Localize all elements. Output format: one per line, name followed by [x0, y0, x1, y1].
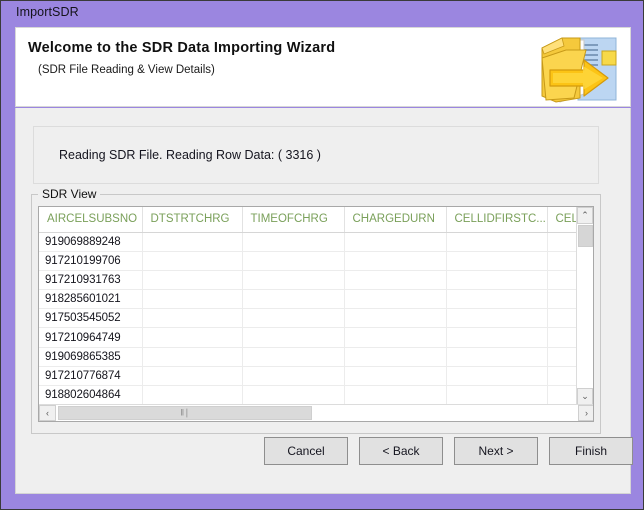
table-cell[interactable] — [547, 366, 577, 387]
grid-vertical-scrollbar[interactable]: ⌃ ⌄ — [576, 207, 593, 405]
scroll-down-arrow-icon[interactable]: ⌄ — [577, 388, 593, 405]
sdr-grid-body: 919069889248 917210199706 917210931763 9182… — [39, 232, 577, 405]
table-cell[interactable] — [242, 270, 345, 291]
status-message: Reading SDR File. Reading Row Data: ( 33… — [59, 148, 321, 162]
table-cell[interactable] — [547, 327, 577, 348]
table-cell[interactable] — [142, 289, 243, 310]
col-header-aircelsubsno[interactable]: AIRCELSUBSNO — [39, 207, 143, 233]
wizard-header-title: Welcome to the SDR Data Importing Wizard — [28, 40, 336, 56]
table-cell[interactable] — [547, 289, 577, 310]
wizard-content-panel: Reading SDR File. Reading Row Data: ( 33… — [15, 108, 633, 494]
cell-aircelsubsno[interactable]: 917210931763 — [39, 270, 143, 291]
window-title: ImportSDR — [16, 5, 79, 19]
back-button[interactable]: < Back — [359, 437, 443, 465]
window-titlebar: ImportSDR — [1, 1, 643, 26]
cell-aircelsubsno[interactable]: 918285601021 — [39, 289, 143, 310]
col-header-cellidfirstc[interactable]: CELLIDFIRSTC... — [446, 207, 548, 233]
table-row[interactable]: 917210931763 — [39, 270, 577, 291]
wizard-header-panel: Welcome to the SDR Data Importing Wizard… — [15, 27, 631, 107]
table-cell[interactable] — [242, 327, 345, 348]
cell-aircelsubsno[interactable]: 917210199706 — [39, 251, 143, 271]
table-cell[interactable] — [242, 308, 345, 329]
table-cell[interactable] — [242, 232, 345, 252]
table-row[interactable]: 917210199706 — [39, 251, 577, 271]
table-cell[interactable] — [142, 270, 243, 291]
table-cell[interactable] — [446, 366, 548, 387]
table-row[interactable]: 919069889248 — [39, 232, 577, 252]
table-cell[interactable] — [446, 327, 548, 348]
table-cell[interactable] — [344, 327, 447, 348]
table-row[interactable]: 917210964749 — [39, 327, 577, 348]
table-cell[interactable] — [446, 232, 548, 252]
cell-aircelsubsno[interactable]: 918802604864 — [39, 385, 143, 405]
table-header-row: AIRCELSUBSNO DTSTRTCHRG TIMEOFCHRG CHARG… — [39, 207, 577, 233]
finish-button[interactable]: Finish — [549, 437, 633, 465]
table-cell[interactable] — [344, 385, 447, 405]
table-cell[interactable] — [344, 270, 447, 291]
table-cell[interactable] — [142, 232, 243, 252]
table-cell[interactable] — [446, 289, 548, 310]
table-cell[interactable] — [547, 347, 577, 367]
table-cell[interactable] — [344, 289, 447, 310]
grid-horizontal-scrollbar[interactable]: ‹ ‖∣ › — [39, 404, 593, 421]
table-cell[interactable] — [547, 232, 577, 252]
table-cell[interactable] — [242, 385, 345, 405]
table-cell[interactable] — [142, 366, 243, 387]
scroll-up-arrow-icon[interactable]: ⌃ — [577, 207, 593, 224]
import-sdr-window: ImportSDR Welcome to the SDR Data Import… — [0, 0, 644, 510]
next-button[interactable]: Next > — [454, 437, 538, 465]
table-cell[interactable] — [344, 251, 447, 271]
vertical-scroll-thumb[interactable] — [578, 225, 593, 247]
table-row[interactable]: 919069865385 — [39, 347, 577, 367]
cell-aircelsubsno[interactable]: 919069865385 — [39, 347, 143, 367]
table-cell[interactable] — [242, 289, 345, 310]
table-cell[interactable] — [344, 232, 447, 252]
table-cell[interactable] — [142, 385, 243, 405]
table-cell[interactable] — [242, 366, 345, 387]
wizard-header-subtitle: (SDR File Reading & View Details) — [38, 64, 215, 76]
table-cell[interactable] — [242, 251, 345, 271]
cell-aircelsubsno[interactable]: 917210964749 — [39, 327, 143, 348]
col-header-cellidlas[interactable]: CELLIDLAS — [547, 207, 577, 233]
table-cell[interactable] — [344, 347, 447, 367]
table-cell[interactable] — [446, 308, 548, 329]
table-row[interactable]: 918802604864 — [39, 385, 577, 405]
scroll-thumb-grip-icon: ‖∣ — [180, 407, 190, 418]
table-cell[interactable] — [242, 347, 345, 367]
scroll-right-arrow-icon[interactable]: › — [578, 405, 593, 421]
table-cell[interactable] — [446, 251, 548, 271]
table-cell[interactable] — [547, 385, 577, 405]
table-cell[interactable] — [547, 308, 577, 329]
cancel-button[interactable]: Cancel — [264, 437, 348, 465]
cell-aircelsubsno[interactable]: 917503545052 — [39, 308, 143, 329]
horizontal-scroll-thumb[interactable]: ‖∣ — [58, 406, 312, 420]
table-row[interactable]: 917503545052 — [39, 308, 577, 329]
col-header-chargedurn[interactable]: CHARGEDURN — [344, 207, 447, 233]
table-cell[interactable] — [142, 308, 243, 329]
table-cell[interactable] — [446, 270, 548, 291]
table-cell[interactable] — [344, 308, 447, 329]
table-cell[interactable] — [344, 366, 447, 387]
sdr-grid-table: AIRCELSUBSNO DTSTRTCHRG TIMEOFCHRG CHARG… — [39, 207, 577, 405]
cell-aircelsubsno[interactable]: 917210776874 — [39, 366, 143, 387]
table-cell[interactable] — [142, 347, 243, 367]
table-row[interactable]: 918285601021 — [39, 289, 577, 310]
sdr-view-groupbox-label: SDR View — [38, 187, 101, 201]
import-folder-arrow-icon — [541, 37, 617, 103]
scroll-left-arrow-icon[interactable]: ‹ — [39, 405, 56, 421]
table-cell[interactable] — [142, 251, 243, 271]
table-cell[interactable] — [446, 385, 548, 405]
sdr-data-grid[interactable]: AIRCELSUBSNO DTSTRTCHRG TIMEOFCHRG CHARG… — [38, 206, 594, 422]
col-header-dtstrtchrg[interactable]: DTSTRTCHRG — [142, 207, 243, 233]
cell-aircelsubsno[interactable]: 919069889248 — [39, 232, 143, 252]
table-cell[interactable] — [547, 270, 577, 291]
wizard-button-bar: Cancel < Back Next > Finish — [16, 437, 633, 471]
sdr-grid-viewport: AIRCELSUBSNO DTSTRTCHRG TIMEOFCHRG CHARG… — [39, 207, 577, 405]
col-header-timeofchrg[interactable]: TIMEOFCHRG — [242, 207, 345, 233]
table-cell[interactable] — [142, 327, 243, 348]
table-cell[interactable] — [446, 347, 548, 367]
table-row[interactable]: 917210776874 — [39, 366, 577, 387]
status-box: Reading SDR File. Reading Row Data: ( 33… — [33, 126, 599, 184]
table-cell[interactable] — [547, 251, 577, 271]
